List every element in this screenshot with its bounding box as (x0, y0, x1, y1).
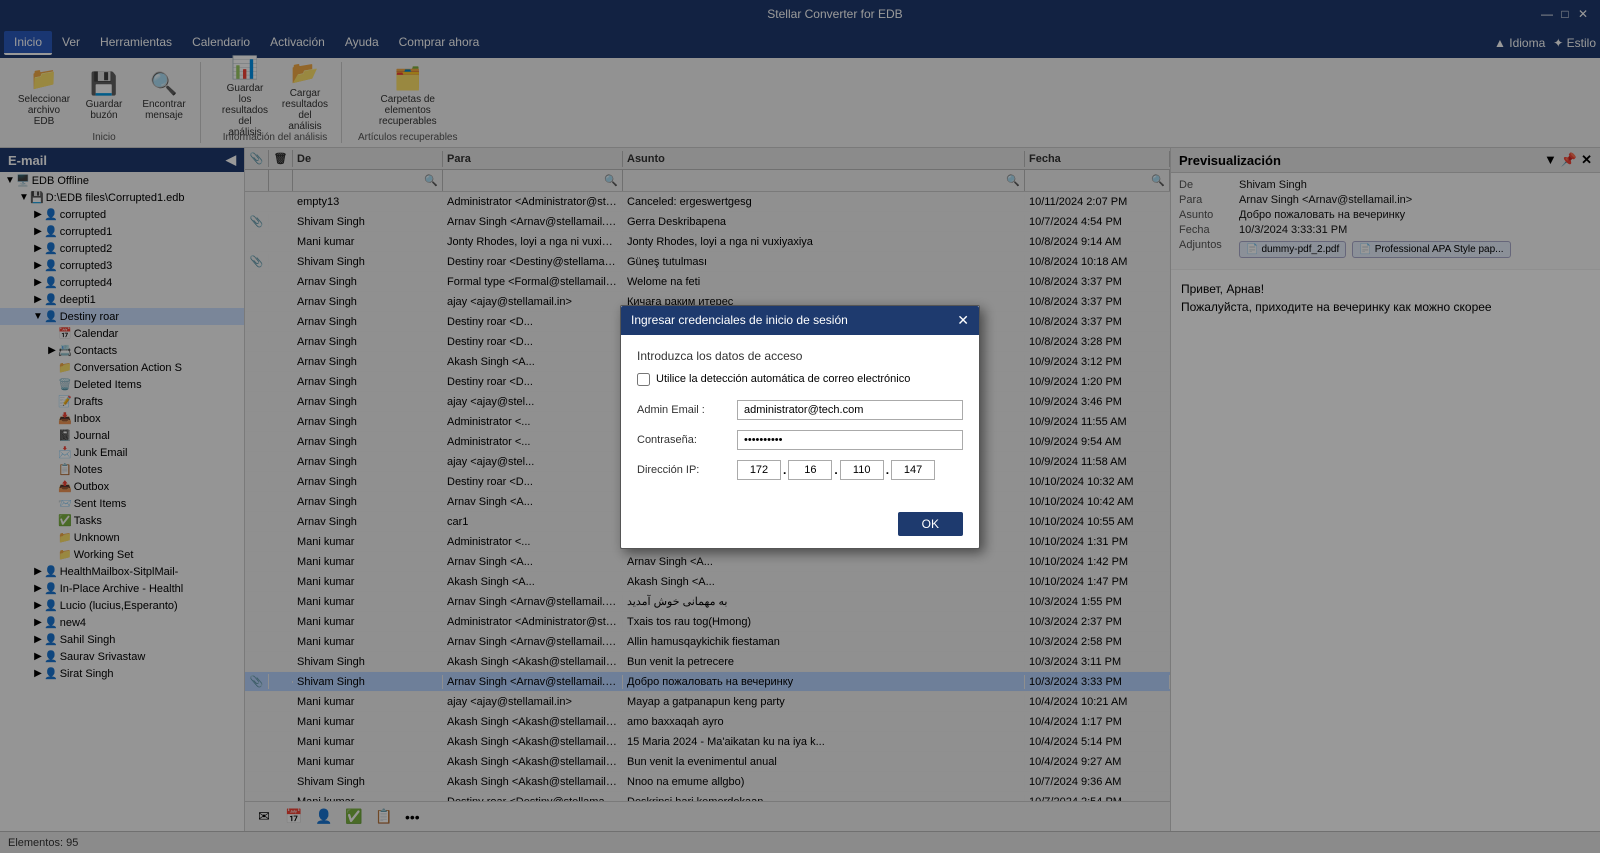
ip-part-1[interactable] (737, 460, 781, 480)
auto-detect-label: Utilice la detección automática de corre… (656, 373, 910, 385)
ip-label: Dirección IP: (637, 464, 737, 476)
modal-ok-button[interactable]: OK (898, 512, 963, 536)
modal-intro: Introduzca los datos de acceso (637, 349, 963, 363)
ip-dot-1: . (783, 463, 786, 477)
ip-dot-3: . (886, 463, 889, 477)
ip-row: Dirección IP: . . . (637, 460, 963, 480)
modal-title: Ingresar credenciales de inicio de sesió… (631, 313, 848, 327)
modal-close-button[interactable]: ✕ (957, 312, 969, 329)
admin-email-row: Admin Email : (637, 400, 963, 420)
modal-body: Introduzca los datos de acceso Utilice l… (621, 335, 979, 504)
admin-email-label: Admin Email : (637, 404, 737, 416)
password-label: Contraseña: (637, 434, 737, 446)
modal-checkbox-row: Utilice la detección automática de corre… (637, 373, 963, 386)
ip-part-4[interactable] (891, 460, 935, 480)
modal-footer: OK (621, 504, 979, 548)
password-input[interactable] (737, 430, 963, 450)
ip-dot-2: . (834, 463, 837, 477)
ip-part-3[interactable] (840, 460, 884, 480)
ip-input-group: . . . (737, 460, 935, 480)
modal-title-bar: Ingresar credenciales de inicio de sesió… (621, 306, 979, 335)
modal-overlay: Ingresar credenciales de inicio de sesió… (0, 0, 1600, 853)
admin-email-input[interactable] (737, 400, 963, 420)
password-row: Contraseña: (637, 430, 963, 450)
auto-detect-checkbox[interactable] (637, 373, 650, 386)
ip-part-2[interactable] (788, 460, 832, 480)
login-modal: Ingresar credenciales de inicio de sesió… (620, 305, 980, 549)
